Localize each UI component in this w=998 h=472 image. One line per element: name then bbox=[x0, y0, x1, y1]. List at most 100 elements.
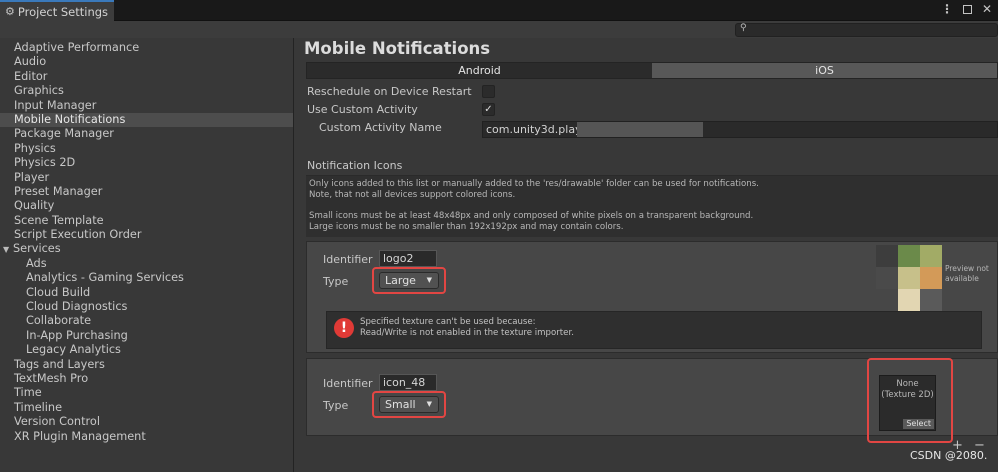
redacted-area bbox=[577, 122, 703, 137]
sidebar-item[interactable]: Version Control bbox=[0, 415, 293, 429]
sidebar-item-label: Graphics bbox=[14, 84, 64, 98]
sidebar-item[interactable]: Mobile Notifications bbox=[0, 112, 293, 128]
sidebar-item-label: Analytics - Gaming Services bbox=[26, 271, 184, 285]
help-line bbox=[309, 200, 995, 211]
sidebar-item[interactable]: TextMesh Pro bbox=[0, 372, 293, 386]
maximize-icon[interactable] bbox=[962, 5, 972, 14]
close-icon[interactable]: ✕ bbox=[982, 2, 992, 16]
sidebar-item-label: Player bbox=[14, 170, 50, 184]
sidebar-item-label: TextMesh Pro bbox=[14, 371, 89, 385]
preview-note-line: available bbox=[945, 274, 979, 283]
identifier-field[interactable]: logo2 bbox=[379, 250, 437, 267]
sidebar-item[interactable]: Timeline bbox=[0, 401, 293, 415]
sidebar-item-label: Audio bbox=[14, 55, 47, 69]
gear-icon: ⚙ bbox=[5, 5, 15, 18]
sidebar-item-label: Time bbox=[14, 386, 42, 400]
sidebar-item-label: In-App Purchasing bbox=[26, 328, 128, 342]
preview-note-line: Preview not bbox=[945, 264, 989, 273]
sidebar-item[interactable]: Graphics bbox=[0, 84, 293, 98]
page-title: Mobile Notifications bbox=[304, 39, 491, 58]
identifier-label: Identifier bbox=[323, 253, 373, 266]
title-bar: ⚙ Project Settings ⋮ ✕ bbox=[0, 0, 998, 21]
highlight-box bbox=[372, 391, 446, 418]
search-icon: ⚲ bbox=[740, 23, 747, 33]
sidebar-item[interactable]: Legacy Analytics bbox=[0, 343, 293, 357]
sidebar-item[interactable]: XR Plugin Management bbox=[0, 430, 293, 444]
tab-ios[interactable]: iOS bbox=[652, 63, 997, 78]
sidebar-item[interactable]: Audio bbox=[0, 55, 293, 69]
sidebar-item-label: Collaborate bbox=[26, 314, 92, 328]
sidebar-item[interactable]: Collaborate bbox=[0, 314, 293, 328]
sidebar-item-label: Editor bbox=[14, 69, 48, 83]
help-line: Large icons must be no smaller than 192x… bbox=[309, 221, 624, 232]
sidebar-item[interactable]: Input Manager bbox=[0, 99, 293, 113]
sidebar-item-label: Mobile Notifications bbox=[14, 112, 126, 126]
icon-preview-image bbox=[871, 243, 946, 313]
sidebar-item[interactable]: Quality bbox=[0, 199, 293, 213]
type-label: Type bbox=[323, 399, 349, 412]
sidebar-item-label: Ads bbox=[26, 256, 47, 270]
reschedule-checkbox[interactable] bbox=[482, 85, 495, 98]
expand-arrow-icon[interactable]: ▼ bbox=[3, 243, 13, 257]
sidebar-item[interactable]: Package Manager bbox=[0, 127, 293, 141]
warning-line: Read/Write is not enabled in the texture… bbox=[360, 327, 574, 338]
use-custom-activity-checkbox[interactable]: ✓ bbox=[482, 103, 495, 116]
window-controls: ⋮ ✕ bbox=[941, 2, 992, 16]
sidebar-item[interactable]: Physics 2D bbox=[0, 156, 293, 170]
identifier-field[interactable]: icon_48 bbox=[379, 374, 437, 391]
sidebar-item-label: Script Execution Order bbox=[14, 228, 142, 242]
sidebar-item[interactable]: Ads bbox=[0, 257, 293, 271]
search-input[interactable]: ⚲ bbox=[735, 23, 998, 37]
warning-box: ! Specified texture can't be used becaus… bbox=[326, 311, 982, 349]
platform-tabs: Android iOS bbox=[306, 62, 998, 79]
highlight-box bbox=[867, 358, 953, 443]
sidebar-item[interactable]: In-App Purchasing bbox=[0, 329, 293, 343]
more-options-icon[interactable]: ⋮ bbox=[941, 2, 953, 16]
sidebar-item-label: Quality bbox=[14, 199, 55, 213]
custom-activity-name-label: Custom Activity Name bbox=[319, 121, 442, 134]
sidebar-item[interactable]: Analytics - Gaming Services bbox=[0, 271, 293, 285]
help-line: Small icons must be at least 48x48px and… bbox=[309, 211, 754, 222]
sidebar-item[interactable]: Cloud Build bbox=[0, 286, 293, 300]
sidebar-item[interactable]: Adaptive Performance bbox=[0, 41, 293, 55]
warning-line: Specified texture can't be used because: bbox=[360, 317, 536, 327]
sidebar-item-label: Package Manager bbox=[14, 127, 114, 141]
sidebar-item-label: Physics 2D bbox=[14, 156, 76, 170]
sidebar-item[interactable]: Preset Manager bbox=[0, 185, 293, 199]
notification-icons-label: Notification Icons bbox=[307, 159, 403, 172]
sidebar-item-label: Scene Template bbox=[14, 213, 104, 227]
sidebar-item-label: Services bbox=[13, 242, 61, 256]
watermark: CSDN @2080. bbox=[910, 449, 988, 462]
sidebar-item[interactable]: Physics bbox=[0, 142, 293, 156]
tab-android[interactable]: Android bbox=[307, 63, 652, 78]
sidebar-item[interactable]: Scene Template bbox=[0, 214, 293, 228]
sidebar-item-label: Preset Manager bbox=[14, 184, 103, 198]
preview-note: Preview not available bbox=[945, 264, 989, 284]
warning-text: Specified texture can't be used because:… bbox=[360, 317, 574, 338]
sidebar-item[interactable]: Script Execution Order bbox=[0, 228, 293, 242]
use-custom-activity-label: Use Custom Activity bbox=[307, 103, 418, 116]
sidebar-item[interactable]: Time bbox=[0, 386, 293, 400]
sidebar-item[interactable]: Cloud Diagnostics bbox=[0, 300, 293, 314]
tab-project-settings[interactable]: ⚙ Project Settings bbox=[0, 0, 114, 21]
type-label: Type bbox=[323, 275, 349, 288]
custom-activity-name-field[interactable]: com.unity3d.playe bbox=[482, 121, 998, 138]
sidebar-item[interactable]: Player bbox=[0, 171, 293, 185]
tab-title: Project Settings bbox=[17, 4, 109, 19]
search-row: ⚲ bbox=[0, 21, 998, 38]
sidebar-item-label: Legacy Analytics bbox=[26, 343, 121, 357]
sidebar-item-label: Input Manager bbox=[14, 98, 97, 112]
sidebar-item[interactable]: ▼ Services bbox=[0, 242, 293, 256]
main-panel: Mobile Notifications Android iOS Resched… bbox=[295, 38, 998, 472]
sidebar-item-label: Cloud Diagnostics bbox=[26, 300, 128, 314]
sidebar-item-label: Tags and Layers bbox=[14, 357, 105, 371]
reschedule-label: Reschedule on Device Restart bbox=[307, 85, 472, 98]
sidebar-item[interactable]: Tags and Layers bbox=[0, 358, 293, 372]
help-box: Only icons added to this list or manuall… bbox=[306, 175, 998, 237]
sidebar-item-label: Version Control bbox=[14, 415, 100, 429]
sidebar-item-label: Cloud Build bbox=[26, 285, 91, 299]
sidebar-item-label: Physics bbox=[14, 141, 56, 155]
sidebar-item-label: Adaptive Performance bbox=[14, 41, 140, 54]
error-icon: ! bbox=[334, 318, 354, 338]
sidebar-item[interactable]: Editor bbox=[0, 70, 293, 84]
